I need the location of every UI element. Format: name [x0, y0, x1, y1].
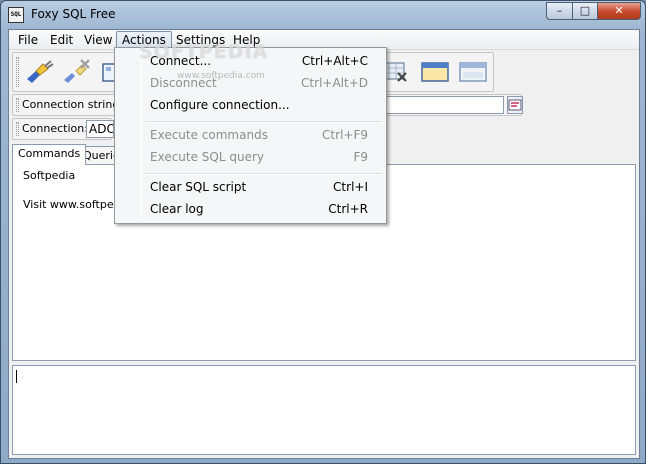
connection-type-select[interactable]: ADO: [86, 120, 114, 138]
app-window: SQL Foxy SQL Free – □ ✕ File Edit View A…: [0, 0, 646, 464]
browse-connection-icon[interactable]: [507, 96, 523, 114]
connection-string-grip[interactable]: [16, 98, 19, 112]
connection-type-grip[interactable]: [16, 122, 19, 136]
connect-plug-icon[interactable]: [23, 57, 55, 87]
menu-item-execute-commands[interactable]: Execute commands Ctrl+F9: [117, 125, 384, 146]
actions-dropdown-menu: Connect... Ctrl+Alt+C Disconnect Ctrl+Al…: [114, 47, 387, 224]
menu-item-label: Clear log: [150, 202, 204, 216]
menu-item-shortcut: Ctrl+I: [333, 180, 368, 194]
connection-type-bar: Connection: ADO: [12, 118, 114, 140]
menu-item-configure-connection[interactable]: Configure connection...: [117, 95, 384, 116]
menu-item-label: Disconnect: [150, 76, 217, 90]
menu-item-connect[interactable]: Connect... Ctrl+Alt+C: [117, 51, 384, 72]
menu-item-shortcut: Ctrl+Alt+D: [301, 76, 368, 90]
menu-view[interactable]: View: [78, 31, 118, 49]
connection-string-label: Connection string:: [22, 98, 124, 111]
menu-edit[interactable]: Edit: [44, 31, 79, 49]
menu-item-label: Execute commands: [150, 128, 268, 142]
text-caret: [16, 370, 17, 383]
disconnect-plug-icon[interactable]: [61, 57, 93, 87]
minimize-button[interactable]: –: [546, 2, 573, 20]
menu-item-label: Execute SQL query: [150, 150, 265, 164]
menu-item-label: Clear SQL script: [150, 180, 247, 194]
title-bar[interactable]: SQL Foxy SQL Free – □ ✕: [1, 1, 645, 29]
menu-item-label: Connect...: [150, 54, 212, 68]
menu-item-shortcut: Ctrl+R: [328, 202, 368, 216]
menu-item-shortcut: Ctrl+F9: [322, 128, 368, 142]
menu-separator: [145, 121, 382, 123]
window-icon[interactable]: [419, 57, 451, 87]
menu-item-shortcut: Ctrl+Alt+C: [301, 54, 368, 68]
log-line: Softpedia: [23, 169, 76, 182]
menu-item-disconnect[interactable]: Disconnect Ctrl+Alt+D: [117, 73, 384, 94]
window-split-icon[interactable]: [457, 57, 489, 87]
menu-item-clear-sql-script[interactable]: Clear SQL script Ctrl+I: [117, 177, 384, 198]
connection-type-label: Connection:: [22, 122, 88, 135]
sql-script-editor[interactable]: [12, 365, 636, 455]
menu-item-execute-sql-query[interactable]: Execute SQL query F9: [117, 147, 384, 168]
menu-item-label: Configure connection...: [150, 98, 290, 112]
toolbar-grip[interactable]: [16, 57, 19, 87]
connection-string-input[interactable]: [386, 96, 504, 114]
close-button[interactable]: ✕: [597, 2, 641, 20]
menu-file[interactable]: File: [12, 31, 44, 49]
window-title: Foxy SQL Free: [31, 7, 116, 21]
menu-separator: [145, 173, 382, 175]
menu-item-shortcut: F9: [353, 150, 368, 164]
tab-commands[interactable]: Commands: [12, 144, 87, 165]
sql-app-icon[interactable]: SQL: [8, 7, 24, 23]
maximize-button[interactable]: □: [572, 2, 598, 20]
menu-item-clear-log[interactable]: Clear log Ctrl+R: [117, 199, 384, 220]
